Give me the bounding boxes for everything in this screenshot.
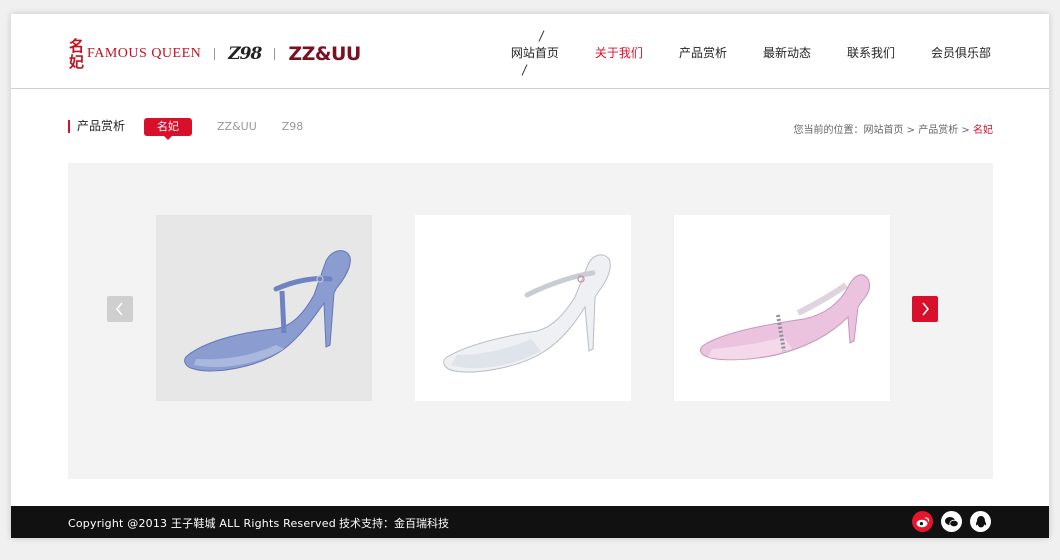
pink-pump-heel-image (700, 274, 871, 361)
carousel-prev-button[interactable] (107, 296, 133, 322)
breadcrumb-home[interactable]: 网站首页 (864, 125, 904, 136)
white-mary-jane-heel-image (443, 254, 611, 373)
blue-t-strap-heel-image (184, 250, 351, 372)
product-card[interactable] (674, 215, 890, 401)
wechat-icon (945, 516, 959, 527)
nav-decor-slash (538, 30, 545, 42)
section-title: 产品赏析 (68, 120, 125, 133)
weibo-icon (916, 516, 929, 527)
nav-home-label: 网站首页 (510, 46, 559, 60)
section-bar: 产品赏析 名妃 ZZ&UU Z98 您当前的位置：网站首页 > 产品赏析 > 名… (68, 118, 994, 140)
nav-member-club[interactable]: 会员俱乐部 (931, 44, 991, 61)
wechat-button[interactable] (941, 511, 962, 532)
breadcrumb-current: 名妃 (973, 125, 993, 136)
chevron-right-icon (922, 302, 930, 316)
site-footer: Copyright @2013 王子鞋城 ALL Rights Reserved… (11, 506, 1049, 538)
breadcrumb-prefix: 您当前的位置： (793, 125, 864, 136)
breadcrumb-separator: > (903, 125, 919, 136)
nav-news[interactable]: 最新动态 (763, 44, 811, 61)
nav-decor-slash (521, 64, 528, 76)
logo-zzuu[interactable]: ZZ&UU (288, 43, 361, 65)
brand-tabs: 名妃 ZZ&UU Z98 (144, 118, 328, 140)
social-links (904, 511, 991, 532)
site-header: 名妃 FAMOUS QUEEN Z98 ZZ&UU 网站首页 关于我们 产品赏析… (11, 14, 1049, 89)
nav-about[interactable]: 关于我们 (595, 44, 643, 61)
qq-icon (975, 515, 986, 527)
tab-mingfei[interactable]: 名妃 (144, 118, 192, 140)
breadcrumb-category[interactable]: 产品赏析 (918, 125, 958, 136)
breadcrumb: 您当前的位置：网站首页 > 产品赏析 > 名妃 (794, 121, 994, 136)
copyright-text: Copyright @2013 王子鞋城 ALL Rights Reserved (68, 517, 336, 530)
nav-products[interactable]: 产品赏析 (679, 44, 727, 61)
nav-contact[interactable]: 联系我们 (847, 44, 895, 61)
product-carousel (68, 163, 993, 479)
product-card[interactable] (415, 215, 631, 401)
weibo-button[interactable] (912, 511, 933, 532)
chevron-left-icon (115, 302, 123, 316)
tech-support-text: 技术支持：金百瑞科技 (339, 517, 449, 530)
logo-famous-queen[interactable]: 名妃 FAMOUS QUEEN (69, 38, 201, 70)
breadcrumb-separator: > (958, 125, 973, 136)
logo-divider (274, 48, 276, 60)
nav-home[interactable]: 网站首页 (510, 30, 559, 76)
logo-divider (214, 48, 216, 60)
qq-button[interactable] (970, 511, 991, 532)
main-nav: 网站首页 关于我们 产品赏析 最新动态 联系我们 会员俱乐部 (475, 30, 991, 76)
logo-z98[interactable]: Z98 (228, 44, 262, 64)
product-card[interactable] (156, 215, 372, 401)
tab-zzuu[interactable]: ZZ&UU (217, 118, 257, 136)
page-frame: 名妃 FAMOUS QUEEN Z98 ZZ&UU 网站首页 关于我们 产品赏析… (11, 14, 1049, 538)
logo-famous-queen-text: FAMOUS QUEEN (87, 46, 202, 61)
logo-mingfei-mark: 名妃 (69, 37, 85, 71)
brand-logos: 名妃 FAMOUS QUEEN Z98 ZZ&UU (69, 36, 361, 72)
carousel-next-button[interactable] (912, 296, 938, 322)
tab-z98[interactable]: Z98 (282, 118, 304, 136)
